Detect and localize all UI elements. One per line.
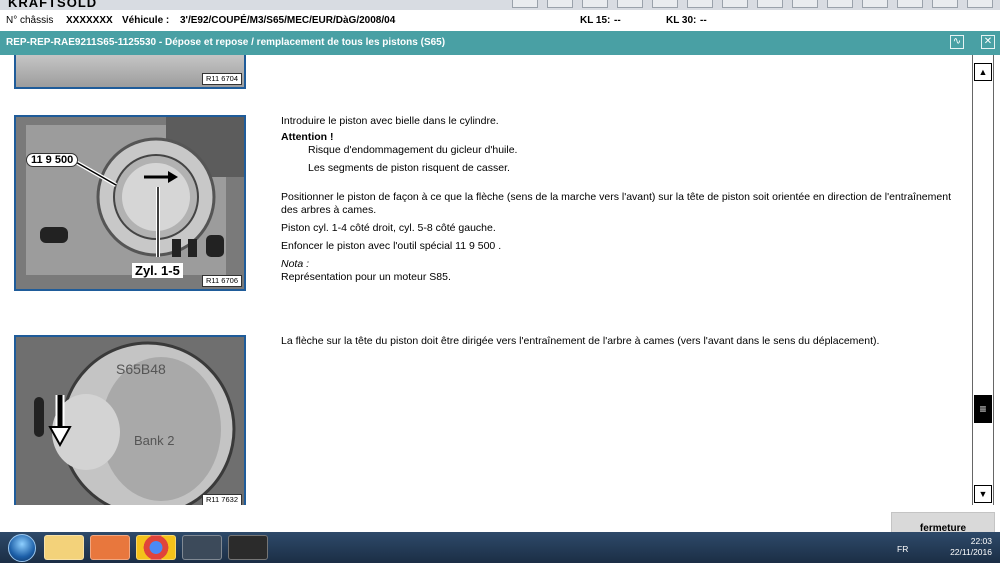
vehicle-info-bar: N° châssis XXXXXXX Véhicule : 3'/E92/COU… bbox=[0, 10, 1000, 32]
explorer-taskbar-icon[interactable] bbox=[44, 535, 84, 560]
figure-ref-label: R11 6706 bbox=[202, 275, 242, 287]
toolbar-button-11[interactable] bbox=[862, 0, 888, 8]
document-title: REP-REP-RAE9211S65-1125530 - Dépose et r… bbox=[6, 37, 446, 48]
chassis-value: XXXXXXX bbox=[66, 15, 113, 26]
nota-label: Nota : bbox=[281, 258, 310, 270]
chrome-taskbar-icon[interactable] bbox=[136, 535, 176, 560]
system-clock[interactable]: 22:03 22/11/2016 bbox=[950, 536, 992, 558]
figure-ref-label: R11 6704 bbox=[202, 73, 242, 85]
toolbar-button-3[interactable] bbox=[582, 0, 608, 8]
app-taskbar-icon[interactable] bbox=[182, 535, 222, 560]
media-player-taskbar-icon[interactable] bbox=[90, 535, 130, 560]
document-title-bar: REP-REP-RAE9211S65-1125530 - Dépose et r… bbox=[0, 31, 1000, 55]
toolbar-button-7[interactable] bbox=[722, 0, 748, 8]
chassis-label: N° châssis bbox=[6, 15, 54, 26]
kl30-value: -- bbox=[700, 15, 707, 26]
vehicle-value: 3'/E92/COUPÉ/M3/S65/MEC/EUR/DàG/2008/04 bbox=[180, 15, 396, 26]
window-close-button[interactable] bbox=[967, 0, 993, 8]
toolbar-button-13[interactable] bbox=[932, 0, 958, 8]
toolbar-button-9[interactable] bbox=[792, 0, 818, 8]
kl30-label: KL 30: bbox=[666, 15, 697, 26]
waveform-icon[interactable]: ∿ bbox=[950, 35, 964, 49]
step-1-text: Introduire le piston avec bielle dans le… bbox=[281, 115, 961, 284]
nota-text: Représentation pour un moteur S85. bbox=[281, 271, 451, 283]
toolbar-button-2[interactable] bbox=[547, 0, 573, 8]
engine-block-illustration bbox=[16, 117, 244, 289]
tool-callout: 11 9 500 bbox=[26, 153, 79, 167]
close-icon[interactable]: ✕ bbox=[981, 35, 995, 49]
toolbar-button-5[interactable] bbox=[652, 0, 678, 8]
arrow-direction-text: La flèche sur la tête du piston doit êtr… bbox=[281, 335, 880, 347]
clock-date: 22/11/2016 bbox=[950, 547, 992, 557]
toolbar-button-6[interactable] bbox=[687, 0, 713, 8]
toolbar-button-8[interactable] bbox=[757, 0, 783, 8]
kl15-label: KL 15: bbox=[580, 15, 611, 26]
toolbar-button-12[interactable] bbox=[897, 0, 923, 8]
attention-item-2: Les segments de piston risquent de casse… bbox=[308, 162, 510, 174]
intro-text: Introduire le piston avec bielle dans le… bbox=[281, 115, 499, 127]
toolbar-button-4[interactable] bbox=[617, 0, 643, 8]
step-2-text: La flèche sur la tête du piston doit êtr… bbox=[281, 335, 961, 353]
cylinder-sides-text: Piston cyl. 1-4 côté droit, cyl. 5-8 côt… bbox=[281, 222, 496, 234]
vehicle-label: Véhicule : bbox=[122, 15, 170, 26]
toolbar-button-10[interactable] bbox=[827, 0, 853, 8]
app-brand: KRAFTSOLD bbox=[8, 0, 98, 10]
clock-time: 22:03 bbox=[970, 536, 992, 546]
toolbar-button-1[interactable] bbox=[512, 0, 538, 8]
active-app-taskbar-icon[interactable] bbox=[228, 535, 268, 560]
figure-ref-label: R11 7632 bbox=[202, 494, 242, 505]
figure-r11-6706: 11 9 500 Zyl. 1-5 R11 6706 bbox=[14, 115, 246, 291]
language-indicator[interactable]: FR bbox=[897, 544, 908, 554]
figure-r11-7632: S65B48 Bank 2 R11 7632 bbox=[14, 335, 246, 505]
press-piston-text: Enfoncer le piston avec l'outil spécial … bbox=[281, 240, 502, 252]
kl15-value: -- bbox=[614, 15, 621, 26]
os-taskbar: FR 22:03 22/11/2016 bbox=[0, 532, 1000, 563]
figure-r11-6704: R11 6704 bbox=[14, 55, 246, 89]
vertical-scrollbar[interactable]: ▲ ≡ ▼ bbox=[972, 55, 994, 505]
attention-item-1: Risque d'endommagement du gicleur d'huil… bbox=[308, 144, 518, 156]
positioning-text: Positionner le piston de façon à ce que … bbox=[281, 191, 951, 216]
close-document-button[interactable]: fermeture bbox=[891, 512, 995, 534]
scroll-down-arrow-icon[interactable]: ▼ bbox=[974, 485, 992, 503]
attention-title: Attention ! bbox=[281, 131, 334, 143]
piston-stamp: S65B48 bbox=[116, 361, 166, 377]
scroll-up-arrow-icon[interactable]: ▲ bbox=[974, 63, 992, 81]
document-content: R11 6704 11 9 500 Zyl. 1-5 R11 6706 S65B… bbox=[0, 55, 972, 505]
cylinder-callout: Zyl. 1-5 bbox=[132, 263, 183, 278]
scroll-thumb[interactable]: ≡ bbox=[974, 395, 992, 423]
start-button-icon[interactable] bbox=[8, 534, 36, 562]
bank-label: Bank 2 bbox=[134, 433, 175, 448]
